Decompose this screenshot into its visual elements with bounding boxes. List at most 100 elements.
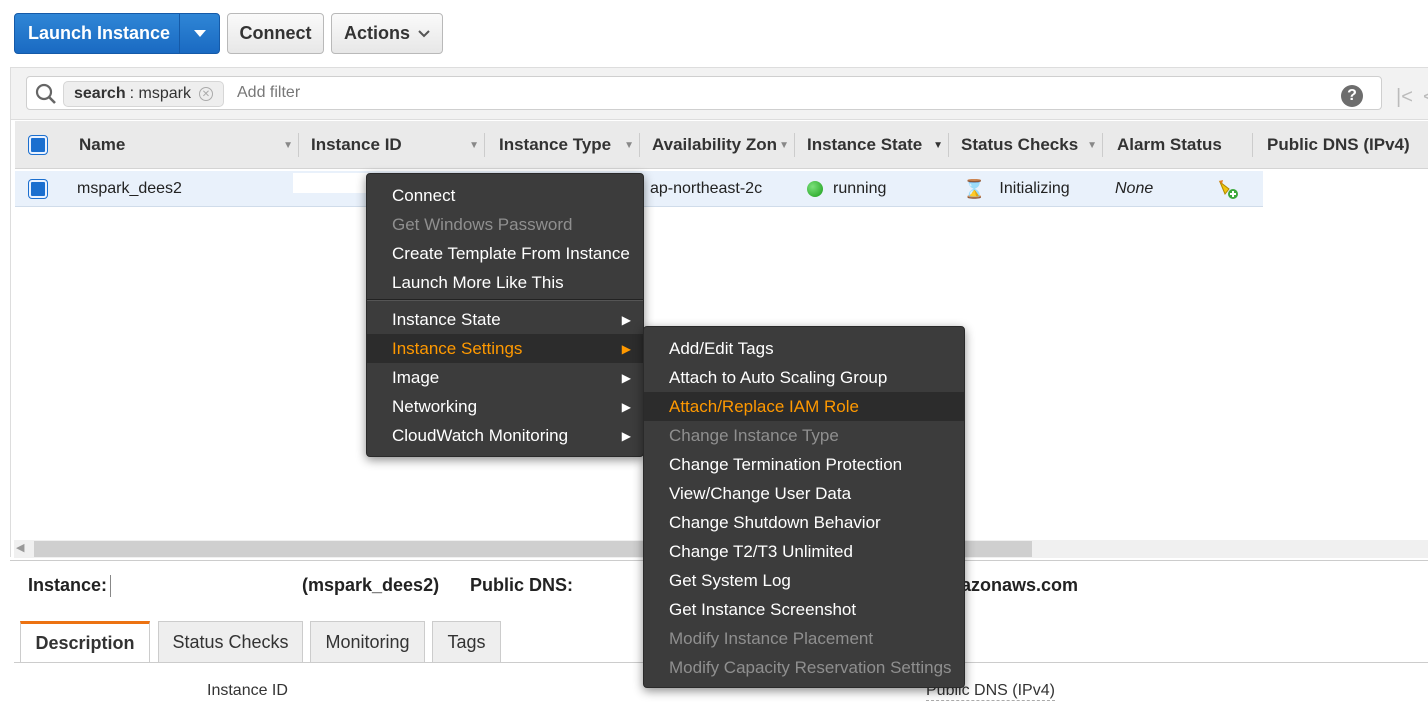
column-availability-zone[interactable]: Availability Zone ▼ — [640, 121, 795, 169]
row-checkbox[interactable] — [29, 180, 47, 198]
instance-name: (mspark_dees2) — [302, 575, 440, 595]
submenu-item-change-instance-type: Change Instance Type — [669, 425, 839, 445]
search-icon — [35, 83, 56, 104]
menu-item-image[interactable]: Image ▶ — [367, 363, 643, 392]
column-public-dns-label: Public DNS (IPv4) — [1267, 135, 1410, 154]
submenu-item-change-termination-protection[interactable]: Change Termination Protection — [644, 450, 964, 479]
create-alarm-cell[interactable] — [1217, 171, 1257, 207]
sort-icon[interactable]: ▼ — [469, 140, 479, 151]
filter-bar: search : mspark ✕ Add filter ? |< < — [11, 68, 1428, 120]
column-name-label: Name — [79, 135, 126, 154]
select-all-checkbox[interactable] — [29, 136, 47, 154]
scroll-left-icon[interactable]: ◀ — [16, 541, 24, 554]
column-instance-state[interactable]: Instance State ▼ — [795, 121, 949, 169]
hourglass-icon: ⌛ — [963, 178, 986, 199]
row-instance-state: running — [807, 171, 957, 207]
instance-label: Instance: — [28, 575, 108, 595]
column-alarm-status[interactable]: Alarm Status — [1103, 121, 1253, 169]
chip-key: search — [74, 85, 126, 102]
tab-description[interactable]: Description — [20, 621, 150, 663]
submenu-item-view-change-user-data[interactable]: View/Change User Data — [644, 479, 964, 508]
submenu-item-change-shutdown-behavior[interactable]: Change Shutdown Behavior — [644, 508, 964, 537]
column-name[interactable]: Name ▼ — [69, 121, 299, 169]
column-instance-type-label: Instance Type — [499, 135, 612, 154]
first-page-icon[interactable]: |< — [1396, 86, 1413, 109]
menu-item-label: CloudWatch Monitoring — [392, 425, 569, 445]
chevron-down-icon — [418, 29, 430, 37]
actions-label: Actions — [343, 23, 410, 43]
submenu-arrow-icon: ▶ — [621, 370, 631, 385]
menu-item-connect[interactable]: Connect — [367, 181, 643, 210]
table-header: Name ▼ Instance ID ▼ Instance Type ▼ Ava… — [15, 121, 1428, 169]
submenu-item-get-instance-screenshot[interactable]: Get Instance Screenshot — [644, 595, 964, 624]
row-alarm-status: None — [1115, 180, 1154, 197]
running-status-icon — [807, 181, 823, 197]
public-dns-value: nazonaws.com — [950, 575, 1079, 595]
select-all-column[interactable] — [29, 121, 69, 169]
connect-button[interactable]: Connect — [227, 13, 324, 54]
sort-icon[interactable]: ▼ — [933, 140, 943, 151]
submenu-item-get-system-log[interactable]: Get System Log — [644, 566, 964, 595]
row-status-checks: ⌛ Initializing — [963, 171, 1113, 207]
launch-dropdown-toggle[interactable] — [179, 14, 219, 53]
prev-page-icon[interactable]: < — [1423, 86, 1428, 109]
menu-item-label: Instance Settings — [392, 338, 523, 358]
column-instance-id[interactable]: Instance ID ▼ — [299, 121, 485, 169]
menu-item-cloudwatch-monitoring[interactable]: CloudWatch Monitoring ▶ — [367, 421, 643, 450]
column-availability-zone-label: Availability Zone — [652, 135, 777, 154]
tab-tags[interactable]: Tags — [432, 621, 501, 662]
caret-down-icon — [193, 30, 206, 37]
column-instance-id-label: Instance ID — [311, 135, 402, 154]
search-input[interactable]: search : mspark ✕ Add filter — [26, 76, 1382, 110]
redacted-instance-id-divider — [110, 575, 111, 597]
actions-button[interactable]: Actions — [331, 13, 443, 54]
column-status-checks[interactable]: Status Checks ▼ — [949, 121, 1103, 169]
submenu-arrow-icon: ▶ — [621, 399, 631, 414]
menu-item-instance-state[interactable]: Instance State ▶ — [367, 305, 643, 334]
submenu-item-attach-replace-iam-role[interactable]: Attach/Replace IAM Role — [644, 392, 964, 421]
menu-item-get-windows-password: Get Windows Password — [392, 214, 573, 234]
row-name: mspark_dees2 — [77, 180, 182, 197]
menu-item-create-template[interactable]: Create Template From Instance — [367, 239, 643, 268]
field-instance-id-label: Instance ID — [207, 682, 288, 699]
column-public-dns[interactable]: Public DNS (IPv4) — [1253, 121, 1428, 169]
submenu-item-modify-capacity-reservation: Modify Capacity Reservation Settings — [669, 657, 952, 677]
menu-item-label: Instance State — [392, 309, 501, 329]
menu-item-label: Image — [392, 367, 440, 387]
menu-separator — [367, 299, 643, 301]
row-availability-zone: ap-northeast-2c — [650, 180, 763, 197]
search-filter-chip[interactable]: search : mspark ✕ — [63, 81, 224, 107]
submenu-item-add-edit-tags[interactable]: Add/Edit Tags — [644, 334, 964, 363]
tab-status-checks[interactable]: Status Checks — [158, 621, 303, 662]
column-alarm-status-label: Alarm Status — [1117, 135, 1222, 154]
column-instance-state-label: Instance State — [807, 135, 923, 154]
tab-monitoring[interactable]: Monitoring — [310, 621, 425, 662]
remove-filter-icon[interactable]: ✕ — [198, 87, 213, 101]
row-instance-state-text: running — [833, 180, 887, 197]
sort-icon[interactable]: ▼ — [1087, 140, 1097, 151]
context-menu: Connect Get Windows Password Create Temp… — [366, 173, 644, 457]
launch-instance-label: Launch Instance — [27, 23, 171, 43]
public-dns-label: Public DNS: — [470, 575, 574, 595]
help-icon[interactable]: ? — [1341, 85, 1363, 107]
submenu-item-change-unlimited[interactable]: Change T2/T3 Unlimited — [644, 537, 964, 566]
submenu-arrow-icon: ▶ — [621, 341, 631, 356]
submenu-arrow-icon: ▶ — [621, 428, 631, 443]
submenu-arrow-icon: ▶ — [621, 312, 631, 327]
launch-instance-button[interactable]: Launch Instance — [14, 13, 220, 54]
menu-item-launch-more[interactable]: Launch More Like This — [367, 268, 643, 297]
column-instance-type[interactable]: Instance Type ▼ — [485, 121, 640, 169]
submenu-item-attach-asg[interactable]: Attach to Auto Scaling Group — [644, 363, 964, 392]
add-filter-placeholder[interactable]: Add filter — [237, 84, 300, 102]
submenu-item-modify-instance-placement: Modify Instance Placement — [669, 628, 874, 648]
menu-item-instance-settings[interactable]: Instance Settings ▶ — [367, 334, 643, 363]
menu-item-networking[interactable]: Networking ▶ — [367, 392, 643, 421]
add-alarm-icon[interactable] — [1217, 178, 1239, 200]
sort-icon[interactable]: ▼ — [283, 140, 293, 151]
sort-icon[interactable]: ▼ — [624, 140, 634, 151]
row-select[interactable] — [29, 171, 69, 207]
sort-icon[interactable]: ▼ — [779, 140, 789, 151]
chip-value: : mspark — [129, 85, 191, 102]
menu-item-label: Networking — [392, 396, 478, 416]
column-status-checks-label: Status Checks — [961, 135, 1079, 154]
